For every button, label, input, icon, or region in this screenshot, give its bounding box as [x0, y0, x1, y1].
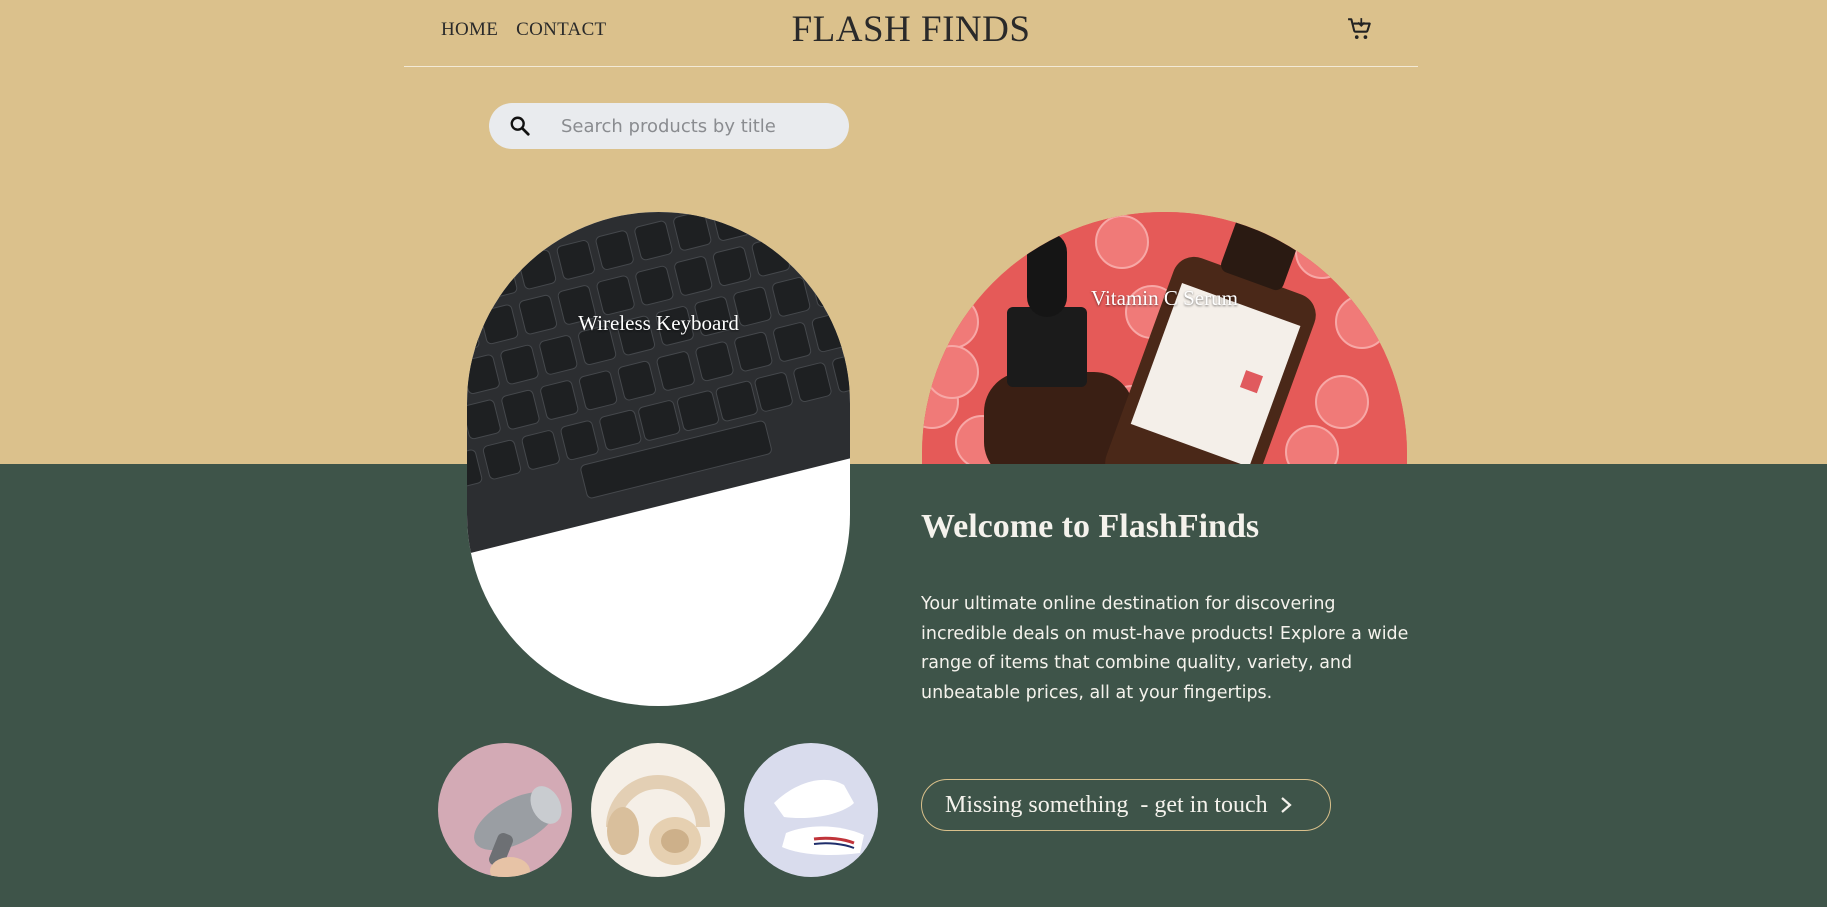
featured-label-serum: Vitamin C Serum: [1091, 286, 1238, 310]
sneakers-photo: [744, 743, 878, 877]
cart-icon[interactable]: [1347, 16, 1373, 42]
search-bar: [489, 103, 849, 149]
welcome-title: Welcome to FlashFinds: [921, 508, 1260, 545]
hair-dryer-photo: [438, 743, 572, 877]
thumbnail-sneakers[interactable]: [744, 743, 878, 877]
featured-card-keyboard[interactable]: Wireless Keyboard: [467, 212, 850, 706]
hero-top-band: [0, 0, 1827, 464]
thumbnail-headphones[interactable]: [591, 743, 725, 877]
chevron-right-icon: [1280, 797, 1292, 813]
keyboard-photo: [467, 212, 850, 557]
featured-card-serum[interactable]: Vitamin C Serum: [922, 212, 1407, 464]
contact-cta-label: Missing something - get in touch: [945, 791, 1268, 818]
search-icon[interactable]: [509, 115, 531, 137]
serum-photo: [922, 212, 1407, 464]
thumbnail-hair-dryer[interactable]: [438, 743, 572, 877]
featured-label-keyboard: Wireless Keyboard: [578, 311, 739, 335]
hero-bottom-band: [0, 464, 1827, 907]
site-header: HOME CONTACT FLASH FINDS: [404, 0, 1418, 67]
contact-cta-button[interactable]: Missing something - get in touch: [921, 779, 1331, 831]
search-input[interactable]: [561, 103, 831, 149]
nav-home-link[interactable]: HOME: [441, 19, 498, 41]
main-nav: HOME CONTACT: [441, 19, 606, 41]
welcome-description: Your ultimate online destination for dis…: [921, 594, 1409, 703]
headphones-photo: [591, 743, 725, 877]
nav-contact-link[interactable]: CONTACT: [516, 19, 606, 41]
